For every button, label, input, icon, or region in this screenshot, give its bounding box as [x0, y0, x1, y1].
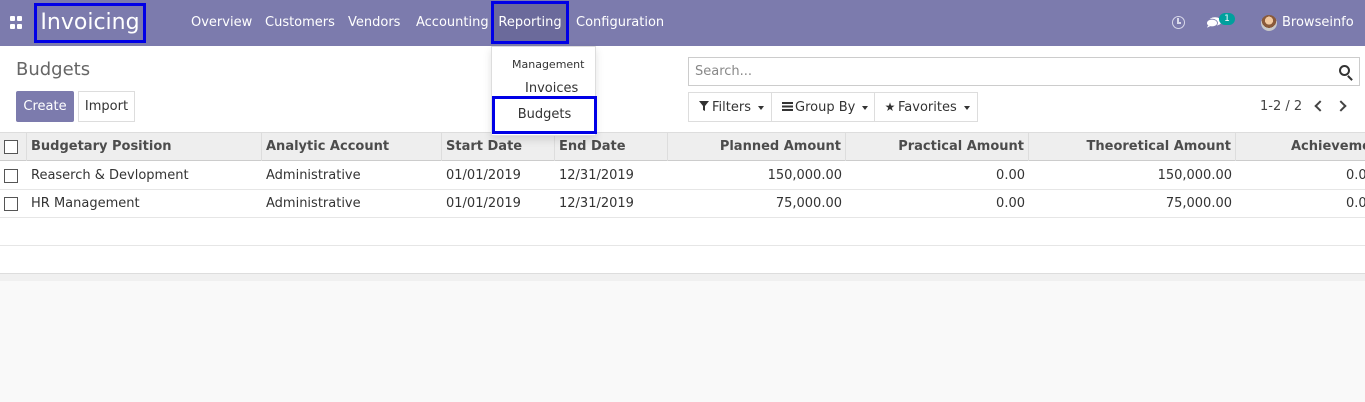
cell-analytic-account: Administrative [266, 196, 361, 211]
cell-budgetary-position: HR Management [31, 196, 140, 211]
favorites-dropdown-button[interactable]: ★ Favorites [874, 92, 978, 122]
search-icon[interactable] [1339, 65, 1350, 76]
favorites-label: Favorites [898, 100, 957, 115]
caret-down-icon [862, 105, 869, 110]
caret-down-icon [757, 105, 764, 110]
funnel-icon [698, 93, 710, 121]
menu-customers[interactable]: Customers [265, 0, 335, 46]
activity-clock-icon[interactable] [1172, 16, 1185, 29]
caret-down-icon [963, 105, 970, 110]
filters-label: Filters [712, 100, 751, 115]
user-avatar[interactable] [1261, 15, 1277, 31]
breadcrumb: Budgets [16, 59, 91, 80]
content-divider [0, 273, 1365, 281]
cell-end-date: 12/31/2019 [559, 196, 634, 211]
row-checkbox[interactable] [4, 197, 18, 211]
table-row[interactable]: Reaserch & Devlopment Administrative 01/… [0, 162, 1365, 190]
column-header-achievement[interactable]: Achievement [1291, 133, 1365, 161]
cell-end-date: 12/31/2019 [559, 168, 634, 183]
menu-item-budgets[interactable]: Budgets [492, 96, 597, 134]
row-checkbox[interactable] [4, 169, 18, 183]
reporting-dropdown-menu: Management Invoices Budgets [491, 46, 597, 136]
cell-achievement: 0.00 [1346, 196, 1365, 211]
cell-analytic-account: Administrative [266, 168, 361, 183]
cell-theoretical-amount: 150,000.00 [1157, 168, 1232, 183]
apps-menu-icon[interactable] [10, 16, 23, 29]
cell-practical-amount: 0.00 [996, 168, 1025, 183]
cell-budgetary-position: Reaserch & Devlopment [31, 168, 189, 183]
table-footer [0, 218, 1365, 246]
search-box [688, 57, 1360, 86]
menu-overview[interactable]: Overview [191, 0, 252, 46]
user-menu-name[interactable]: Browseinfo [1282, 0, 1354, 46]
top-navbar: Invoicing Overview Customers Vendors Acc… [0, 0, 1365, 46]
search-input[interactable] [689, 58, 1329, 85]
pager-previous-icon[interactable] [1314, 100, 1326, 112]
star-icon: ★ [884, 100, 896, 114]
column-header-planned-amount[interactable]: Planned Amount [668, 133, 846, 161]
column-header-budgetary-position[interactable]: Budgetary Position [27, 133, 262, 161]
filters-dropdown-button[interactable]: Filters [688, 92, 772, 122]
pager-value[interactable]: 1-2 / 2 [1260, 99, 1302, 114]
cell-theoretical-amount: 75,000.00 [1165, 196, 1232, 211]
import-button[interactable]: Import [78, 91, 135, 122]
select-all-cell [0, 133, 27, 161]
menu-accounting[interactable]: Accounting [416, 0, 489, 46]
pager-next-icon[interactable] [1335, 100, 1347, 112]
table-row[interactable]: HR Management Administrative 01/01/2019 … [0, 190, 1365, 218]
create-button[interactable]: Create [16, 91, 74, 122]
cell-start-date: 01/01/2019 [446, 168, 521, 183]
cell-planned-amount: 150,000.00 [767, 168, 842, 183]
bars-icon [781, 93, 793, 121]
budgets-list-table: Budgetary Position Analytic Account Star… [0, 133, 1365, 273]
column-header-practical-amount[interactable]: Practical Amount [846, 133, 1029, 161]
dropdown-section-header: Management [512, 58, 585, 71]
message-count-badge: 1 [1219, 13, 1235, 25]
cell-start-date: 01/01/2019 [446, 196, 521, 211]
menu-vendors[interactable]: Vendors [348, 0, 400, 46]
group-by-label: Group By [795, 100, 856, 115]
cell-achievement: 0.00 [1346, 168, 1365, 183]
column-header-end-date[interactable]: End Date [555, 133, 668, 161]
column-header-start-date[interactable]: Start Date [442, 133, 555, 161]
group-by-dropdown-button[interactable]: Group By [771, 92, 875, 122]
control-panel: Budgets Create Import Filters Group By ★… [0, 46, 1365, 133]
select-all-checkbox[interactable] [4, 140, 18, 154]
app-title[interactable]: Invoicing [34, 3, 146, 43]
cell-practical-amount: 0.00 [996, 196, 1025, 211]
menu-reporting[interactable]: Reporting [491, 1, 569, 44]
column-header-theoretical-amount[interactable]: Theoretical Amount [1029, 133, 1236, 161]
column-header-analytic-account[interactable]: Analytic Account [262, 133, 442, 161]
menu-item-invoices[interactable]: Invoices [525, 81, 578, 96]
cell-planned-amount: 75,000.00 [775, 196, 842, 211]
menu-configuration[interactable]: Configuration [576, 0, 664, 46]
table-header: Budgetary Position Analytic Account Star… [0, 133, 1365, 161]
